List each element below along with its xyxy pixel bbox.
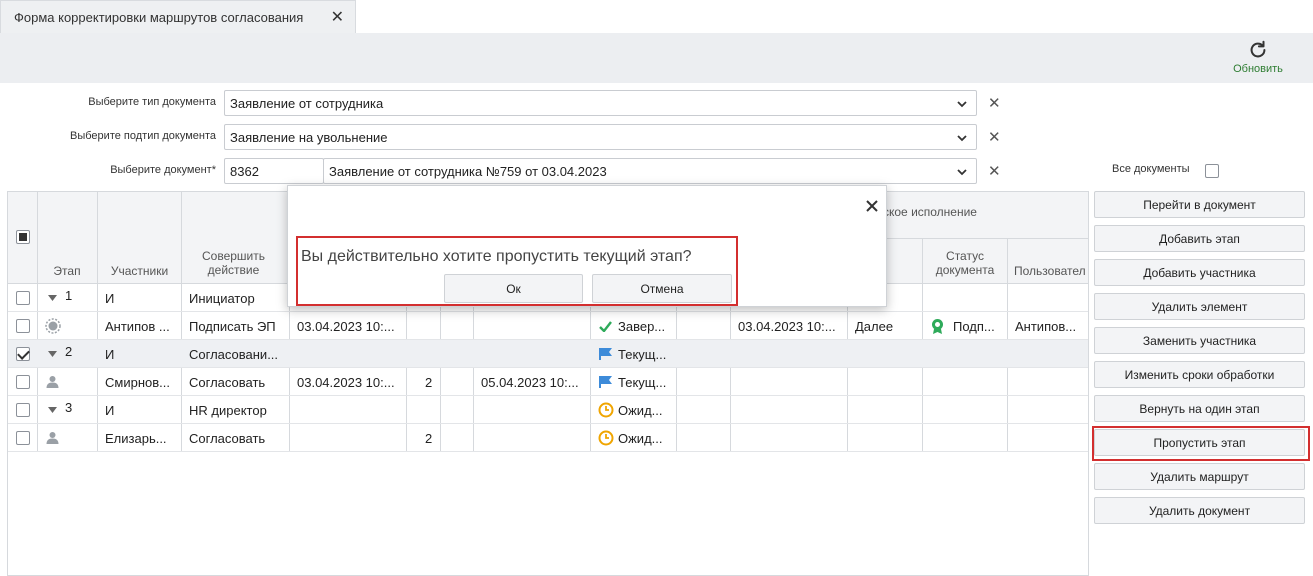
user-icon (46, 376, 59, 388)
participant-cell: И (105, 291, 115, 306)
start-date-cell: 03.04.2023 10:... (297, 375, 395, 390)
start-date-cell: 03.04.2023 10:... (297, 319, 395, 334)
tab-route-correction[interactable]: Форма корректировки маршрутов согласован… (0, 0, 356, 34)
row-checkbox[interactable] (16, 319, 30, 333)
refresh-icon (1250, 40, 1266, 58)
refresh-label: Обновить (1233, 63, 1283, 75)
table-row[interactable]: Смирнов... Согласовать 03.04.2023 10:...… (8, 368, 1088, 396)
refresh-button[interactable]: Обновить (1227, 39, 1289, 75)
status-cell: Текущ... (618, 347, 667, 362)
tab-title: Форма корректировки маршрутов согласован… (14, 10, 304, 25)
doc-id-value: 8362 (230, 164, 259, 179)
close-icon[interactable]: ✕ (331, 10, 344, 26)
delete-route-button[interactable]: Удалить маршрут (1094, 463, 1305, 490)
participant-cell: Антипов ... (105, 319, 170, 334)
flag-icon (599, 348, 612, 360)
table-row[interactable]: Антипов ... Подписать ЭП 03.04.2023 10:.… (8, 312, 1088, 340)
add-participant-button[interactable]: Добавить участника (1094, 259, 1305, 286)
table-row[interactable]: Елизарь... Согласовать 2 Ожид... (8, 424, 1088, 452)
participant-cell: И (105, 347, 115, 362)
dialog-highlight (296, 236, 738, 306)
clear-doc-type-icon[interactable]: ✕ (988, 94, 1001, 112)
doc-subtype-select[interactable]: Заявление на увольнение (224, 124, 977, 150)
all-docs-label: Все документы (1112, 163, 1190, 175)
doc-value: Заявление от сотрудника №759 от 03.04.20… (329, 164, 607, 179)
caret-down-icon[interactable] (48, 351, 57, 357)
badge-icon (45, 318, 61, 334)
add-stage-button[interactable]: Добавить этап (1094, 225, 1305, 252)
doc-status-cell: Подп... (953, 319, 995, 334)
chevron-down-icon (957, 135, 967, 142)
fact-date-cell: 03.04.2023 10:... (738, 319, 836, 334)
clear-doc-subtype-icon[interactable]: ✕ (988, 128, 1001, 146)
chevron-down-icon (957, 101, 967, 108)
status-cell: Текущ... (618, 375, 667, 390)
return-one-stage-button[interactable]: Вернуть на один этап (1094, 395, 1305, 422)
participant-cell: И (105, 403, 115, 418)
skip-stage-highlight (1092, 426, 1310, 461)
due-date-cell: 05.04.2023 10:... (481, 375, 579, 390)
action-cell: HR директор (189, 403, 267, 418)
status-cell: Завер... (618, 319, 666, 334)
header-action[interactable]: Совершить действие (191, 249, 276, 277)
row-checkbox[interactable] (16, 291, 30, 305)
select-all-checkbox[interactable] (16, 230, 30, 244)
doc-type-label: Выберите тип документа (88, 96, 216, 108)
table-row[interactable]: 2 И Согласовани... Текущ... (8, 340, 1088, 368)
delete-element-button[interactable]: Удалить элемент (1094, 293, 1305, 320)
doc-label: Выберите документ* (110, 164, 216, 176)
header-doc-status[interactable]: Статус документа (930, 249, 1000, 277)
all-docs-checkbox[interactable] (1205, 164, 1219, 178)
status-cell: Ожид... (618, 431, 663, 446)
seal-icon (932, 319, 943, 334)
chevron-down-icon (957, 169, 967, 176)
clear-doc-icon[interactable]: ✕ (988, 162, 1001, 180)
tab-bar: Форма корректировки маршрутов согласован… (0, 0, 1313, 34)
go-to-document-button[interactable]: Перейти в документ (1094, 191, 1305, 218)
status-cell: Ожид... (618, 403, 663, 418)
days-cell: 2 (425, 431, 433, 446)
stage-number: 2 (65, 344, 73, 359)
doc-select[interactable]: Заявление от сотрудника №759 от 03.04.20… (323, 158, 977, 184)
clock-icon (598, 402, 614, 418)
doc-id-field[interactable]: 8362 (224, 158, 324, 184)
participant-cell: Елизарь... (105, 431, 167, 446)
days-cell: 2 (425, 375, 433, 390)
caret-down-icon[interactable] (48, 407, 57, 413)
doc-type-value: Заявление от сотрудника (230, 96, 384, 111)
close-icon[interactable] (866, 200, 878, 212)
row-checkbox[interactable] (16, 431, 30, 445)
flag-icon (599, 376, 612, 388)
stage-number: 1 (65, 288, 73, 303)
clock-icon (598, 430, 614, 446)
change-deadlines-button[interactable]: Изменить сроки обработки (1094, 361, 1305, 388)
action-cell: Согласовани... (189, 347, 279, 362)
action-cell: Согласовать (189, 431, 266, 446)
row-checkbox[interactable] (16, 403, 30, 417)
table-row[interactable]: 3 И HR директор Ожид... (8, 396, 1088, 424)
act-cell: Далее (855, 319, 894, 334)
toolbar: Обновить (0, 33, 1313, 83)
user-cell: Антипов... (1015, 319, 1077, 334)
delete-document-button[interactable]: Удалить документ (1094, 497, 1305, 524)
doc-subtype-value: Заявление на увольнение (230, 130, 388, 145)
check-icon (599, 321, 612, 332)
replace-participant-button[interactable]: Заменить участника (1094, 327, 1305, 354)
action-cell: Инициатор (189, 291, 255, 306)
participant-cell: Смирнов... (105, 375, 170, 390)
header-participants[interactable]: Участники (98, 264, 181, 278)
doc-type-select[interactable]: Заявление от сотрудника (224, 90, 977, 116)
header-fact-group: ское исполнение (883, 205, 977, 219)
header-stage[interactable]: Этап (38, 264, 96, 278)
user-icon (46, 432, 59, 444)
action-cell: Согласовать (189, 375, 266, 390)
doc-subtype-label: Выберите подтип документа (70, 130, 216, 142)
stage-number: 3 (65, 400, 73, 415)
row-checkbox[interactable] (16, 375, 30, 389)
action-cell: Подписать ЭП (189, 319, 276, 334)
header-user[interactable]: Пользовател (1014, 264, 1088, 278)
row-checkbox[interactable] (16, 347, 30, 361)
caret-down-icon[interactable] (48, 295, 57, 301)
